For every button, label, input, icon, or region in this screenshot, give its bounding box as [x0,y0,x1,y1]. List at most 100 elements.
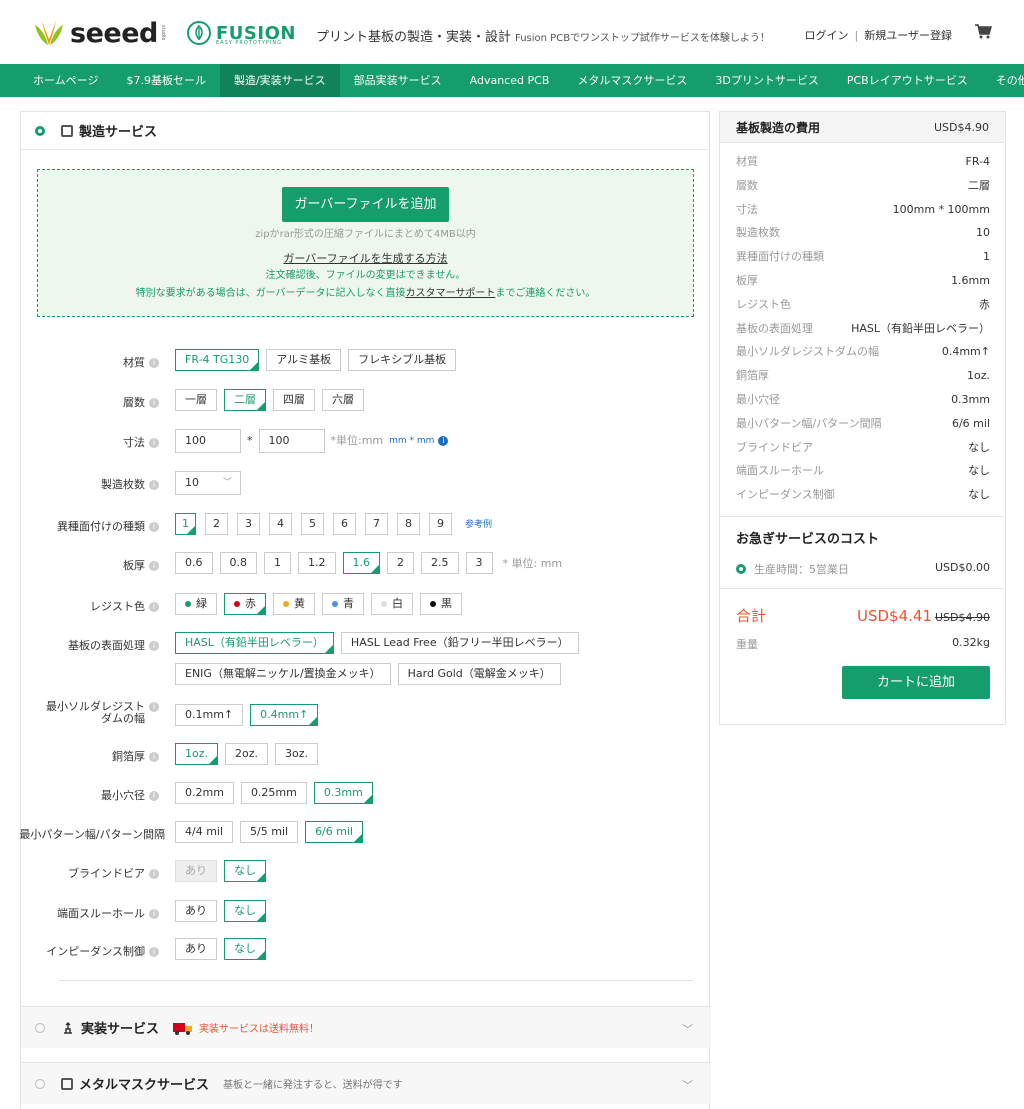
fusion-logo-sub: EASY PROTOTYPING [216,40,283,46]
blind-via-no[interactable]: なし [224,860,266,882]
layers-1[interactable]: 一層 [175,389,217,411]
unit-toggle-link[interactable]: mm * mm i [389,429,449,453]
designs-1[interactable]: 1 [175,513,196,535]
finish-hasl[interactable]: HASL（有鉛半田レベラー） [175,632,334,654]
designs-4[interactable]: 4 [269,513,292,535]
designs-8[interactable]: 8 [397,513,420,535]
thickness-3[interactable]: 3 [465,552,493,574]
designs-5[interactable]: 5 [301,513,324,535]
nav-sale[interactable]: $7.9基板セール [112,64,220,97]
red-dot-icon [234,601,240,607]
nav-fab-assembly[interactable]: 製造/実装サービス [219,64,340,97]
designs-2[interactable]: 2 [205,513,228,535]
upload-size-note: zipかrar形式の圧縮ファイルにまとめて4MB以内 [255,229,476,240]
spec-key: インピーダンス制御 [736,488,835,502]
color-black[interactable]: 黒 [420,593,462,615]
fab-section-header[interactable]: 製造サービス [21,112,709,150]
login-link[interactable]: ログイン [805,29,849,42]
color-blue[interactable]: 青 [322,593,364,615]
qty-select[interactable]: 10 ﹀ [175,471,241,495]
height-input[interactable]: 100 [258,429,325,453]
nav-home[interactable]: ホームページ [0,64,112,97]
nav-other[interactable]: その他 [982,64,1024,97]
spec-value: 二層 [968,178,990,192]
support-link[interactable]: カスタマーサポート [406,288,496,299]
designs-example-link[interactable]: 参考例 [465,513,492,537]
nav-stencil[interactable]: メタルマスクサービス [563,64,701,97]
seeed-logo[interactable]: seeed studio [32,18,166,49]
copper-1oz[interactable]: 1oz. [175,743,218,765]
thickness-unit: * 単位: mm [502,557,563,570]
cost-summary-title: 基板製造の費用 [736,120,821,135]
impedance-yes[interactable]: あり [175,938,217,960]
spec-row: 端面スルーホール なし [736,459,990,483]
nav-advanced-pcb[interactable]: Advanced PCB [456,64,564,97]
register-link[interactable]: 新規ユーザー登録 [864,29,952,42]
fab-radio[interactable] [35,125,45,136]
spec-key: 異種面付けの種類 [736,250,824,264]
fusion-logo[interactable]: FUSION EASY PROTOTYPING [186,16,296,50]
min-mask-0.1[interactable]: 0.1mm↑ [175,704,244,726]
finish-hard-gold[interactable]: Hard Gold（電解金メッキ） [397,663,561,685]
layers-4[interactable]: 四層 [273,389,315,411]
hole-0.3[interactable]: 0.3mm [313,782,373,804]
chevron-down-icon[interactable]: ﹀ [682,1077,693,1093]
gerber-howto-link[interactable]: ガーバーファイルを生成する方法 [38,250,693,266]
nav-3d-print[interactable]: 3Dプリントサービス [701,64,832,97]
add-gerber-button[interactable]: ガーバーファイルを追加 [282,187,449,222]
rush-row: 生産時間：5営業日 USD$0.00 [736,561,990,577]
trace-4-4[interactable]: 4/4 mil [175,821,234,843]
assembly-radio[interactable] [35,1022,45,1033]
thickness-2[interactable]: 2 [387,552,414,574]
cart-icon[interactable] [974,23,992,39]
hole-0.2[interactable]: 0.2mm [175,782,234,804]
chevron-down-icon[interactable]: ﹀ [682,1021,693,1037]
min-mask-0.4[interactable]: 0.4mm↑ [250,704,319,726]
thickness-2.5[interactable]: 2.5 [421,552,459,574]
castellated-yes[interactable]: あり [175,900,217,922]
add-to-cart-button[interactable]: カートに追加 [842,666,990,699]
thickness-1.2[interactable]: 1.2 [298,552,336,574]
trace-5-5[interactable]: 5/5 mil [240,821,299,843]
designs-9[interactable]: 9 [429,513,452,535]
stencil-radio[interactable] [35,1078,45,1089]
gerber-upload-area[interactable]: ガーバーファイルを追加 zipかrar形式の圧縮ファイルにまとめて4MB以内 ガ… [37,169,694,317]
copper-2oz[interactable]: 2oz. [225,743,268,765]
dims-unit: *単位:mm [330,434,384,447]
castellated-label: 端面スルーホール i [57,905,159,921]
thickness-0.8[interactable]: 0.8 [219,552,257,574]
designs-3[interactable]: 3 [237,513,260,535]
finish-enig[interactable]: ENIG（無電解ニッケル/置換金メッキ） [175,663,391,685]
designs-7[interactable]: 7 [365,513,388,535]
color-red[interactable]: 赤 [224,593,266,615]
rush-radio[interactable] [736,564,746,574]
material-fr4[interactable]: FR-4 TG130 [175,349,260,371]
color-yellow[interactable]: 黄 [273,593,315,615]
thickness-1[interactable]: 1 [264,552,291,574]
material-flex[interactable]: フレキシブル基板 [348,349,457,371]
layers-2[interactable]: 二層 [224,389,266,411]
impedance-no[interactable]: なし [224,938,266,960]
finish-hasl-lf[interactable]: HASL Lead Free（鉛フリー半田レベラー） [340,632,579,654]
layers-6[interactable]: 六層 [322,389,364,411]
thickness-1.6[interactable]: 1.6 [342,552,380,574]
material-aluminum[interactable]: アルミ基板 [266,349,342,371]
castellated-no[interactable]: なし [224,900,266,922]
assembly-section-header[interactable]: 実装サービス 実装サービスは送料無料！ ﹀ [21,1006,711,1048]
stencil-section-header[interactable]: メタルマスクサービス 基板と一緒に発注すると、送料が得です ﹀ [21,1062,711,1104]
nav-pcb-layout[interactable]: PCBレイアウトサービス [833,64,982,97]
color-green[interactable]: 緑 [175,593,217,615]
designs-6[interactable]: 6 [333,513,356,535]
width-input[interactable]: 100 [175,429,241,453]
color-white[interactable]: 白 [371,593,413,615]
material-label: 材質 i [123,354,159,370]
info-icon: i [149,480,159,490]
copper-3oz[interactable]: 3oz. [275,743,318,765]
trace-6-6[interactable]: 6/6 mil [305,821,364,843]
nav-parts-assembly[interactable]: 部品実装サービス [340,64,456,97]
thickness-0.6[interactable]: 0.6 [175,552,213,574]
hole-0.25[interactable]: 0.25mm [240,782,307,804]
info-icon: i [149,641,159,651]
blind-via-label: ブラインドビア i [68,865,159,881]
spec-value: なし [968,464,990,478]
